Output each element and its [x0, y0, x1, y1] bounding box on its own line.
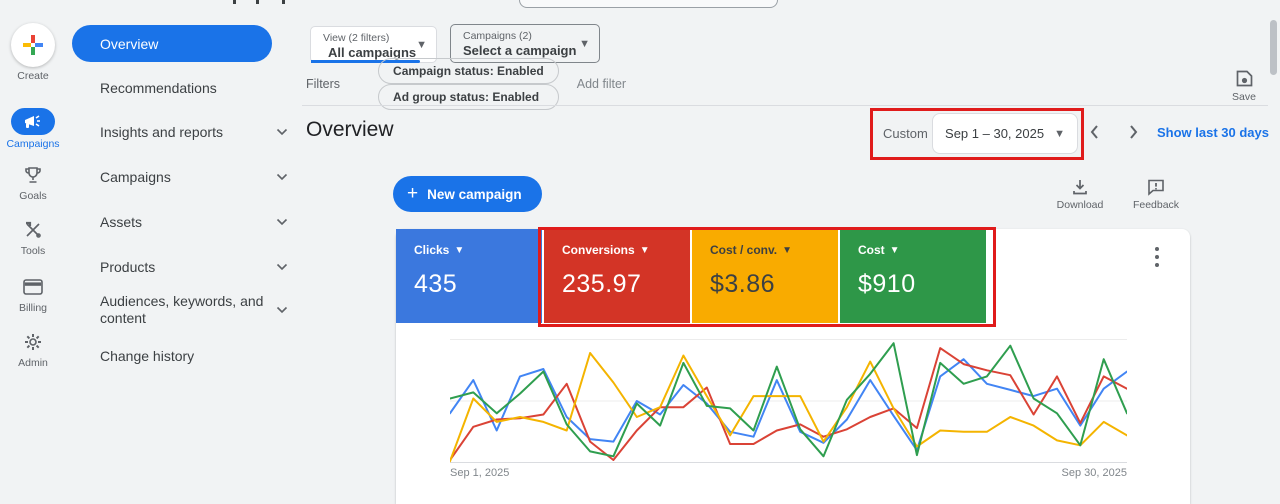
- x-axis-tick-start: Sep 1, 2025: [450, 467, 509, 479]
- trophy-icon: [23, 165, 43, 185]
- page-title: Overview: [306, 118, 394, 142]
- rail-label-campaigns: Campaigns: [0, 138, 66, 150]
- sidenav-item-label: Insights and reports: [100, 124, 272, 141]
- scorecard-conversions[interactable]: Conversions▼ 235.97: [544, 229, 690, 323]
- sidenav-item-label: Campaigns: [100, 169, 272, 186]
- sidenav-item-audiences-keywords-and-content[interactable]: Audiences, keywords, and content: [100, 288, 288, 332]
- scorecard-value: 235.97: [562, 270, 690, 299]
- download-label: Download: [1052, 199, 1108, 211]
- sidenav-item-label: Products: [100, 259, 272, 276]
- show-last-30-days-link[interactable]: Show last 30 days: [1157, 125, 1269, 140]
- download-button[interactable]: Download: [1052, 178, 1108, 211]
- divider: [302, 105, 1268, 106]
- filters-bar: Filters Campaign status: EnabledAd group…: [306, 71, 626, 97]
- sidenav-item-campaigns[interactable]: Campaigns: [100, 162, 288, 192]
- sidenav-item-label: Change history: [100, 348, 288, 365]
- caret-down-icon: ▼: [1054, 128, 1065, 140]
- sidenav-item-label: Audiences, keywords, and content: [100, 293, 272, 327]
- create-label: Create: [0, 70, 66, 82]
- filters-label: Filters: [306, 77, 340, 91]
- filter-chips: Campaign status: EnabledAd group status:…: [378, 58, 571, 110]
- sidenav-item-recommendations[interactable]: Recommendations: [100, 73, 288, 103]
- caret-down-icon: ▼: [640, 245, 650, 256]
- scorecard-value: 435: [414, 270, 542, 299]
- chevron-down-icon: [276, 306, 288, 314]
- feedback-label: Feedback: [1128, 199, 1184, 211]
- filter-chip[interactable]: Campaign status: Enabled: [378, 58, 559, 84]
- scorecard-metric-label[interactable]: Clicks▼: [414, 243, 542, 257]
- rail-label-tools: Tools: [0, 245, 66, 257]
- campaign-selector-value: Select a campaign: [463, 43, 576, 58]
- metric-scorecards: Clicks▼435Conversions▼235.97Cost / conv.…: [396, 229, 986, 323]
- scorecard-value: $910: [858, 270, 986, 299]
- scorecard-cost-conv[interactable]: Cost / conv.▼ $3.86: [692, 229, 838, 323]
- side-navigation: Overview Recommendations Insights and repo…: [66, 0, 292, 504]
- scorecard-clicks[interactable]: Clicks▼ 435: [396, 229, 542, 323]
- filter-chip[interactable]: Ad group status: Enabled: [378, 84, 559, 110]
- overview-chart-card: Clicks▼435Conversions▼235.97Cost / conv.…: [396, 229, 1190, 504]
- x-axis-tick-end: Sep 30, 2025: [1047, 467, 1127, 479]
- next-period-button[interactable]: [1122, 121, 1144, 143]
- gear-icon: [23, 332, 43, 352]
- date-range-dropdown[interactable]: Sep 1 – 30, 2025 ▼: [932, 113, 1078, 154]
- save-label: Save: [1216, 91, 1272, 103]
- performance-line-chart[interactable]: [450, 333, 1127, 465]
- chevron-down-icon: [276, 173, 288, 181]
- rail-item-goals[interactable]: Goals: [0, 163, 66, 202]
- card-menu-kebab-icon[interactable]: [1148, 246, 1166, 268]
- sidenav-item-label: Overview: [100, 36, 158, 52]
- caret-down-icon: ▼: [890, 245, 900, 256]
- date-mode-label: Custom: [883, 126, 928, 141]
- sidenav-item-assets[interactable]: Assets: [100, 207, 288, 237]
- sidenav-item-label: Recommendations: [100, 80, 288, 97]
- scorecard-cost[interactable]: Cost▼ $910: [840, 229, 986, 323]
- new-campaign-button[interactable]: + New campaign: [393, 176, 542, 212]
- plus-icon: +: [407, 183, 418, 205]
- save-icon: [1235, 69, 1254, 88]
- feedback-button[interactable]: Feedback: [1128, 178, 1184, 211]
- scorecard-metric-label[interactable]: Conversions▼: [562, 243, 690, 257]
- chevron-down-icon: [276, 263, 288, 271]
- caret-down-icon: ▼: [454, 245, 464, 256]
- rail-item-admin[interactable]: Admin: [0, 330, 66, 369]
- view-selector-caption: View (2 filters): [323, 32, 408, 44]
- caret-down-icon: ▼: [416, 39, 427, 51]
- save-button[interactable]: Save: [1216, 69, 1272, 103]
- sidenav-item-overview[interactable]: Overview: [72, 25, 272, 62]
- rail-label-admin: Admin: [0, 357, 66, 369]
- chevron-down-icon: [276, 128, 288, 136]
- rail-item-tools[interactable]: Tools: [0, 218, 66, 257]
- rail-label-goals: Goals: [0, 190, 66, 202]
- previous-period-button[interactable]: [1084, 121, 1106, 143]
- tools-icon: [23, 220, 43, 240]
- scorecard-value: $3.86: [710, 270, 838, 299]
- sidenav-item-change-history[interactable]: Change history: [100, 341, 288, 371]
- billing-icon: [23, 279, 43, 295]
- chevron-down-icon: [276, 218, 288, 226]
- campaign-selector-caption: Campaigns (2): [463, 30, 571, 42]
- sidenav-item-insights-and-reports[interactable]: Insights and reports: [100, 117, 288, 147]
- sidenav-item-products[interactable]: Products: [100, 252, 288, 282]
- plus-multicolor-icon: [22, 34, 44, 56]
- megaphone-icon: [23, 114, 43, 130]
- feedback-icon: [1147, 178, 1165, 196]
- main-content: View (2 filters) All campaigns ▼ Campaig…: [296, 0, 1280, 504]
- icon-rail: Create Campaigns Goals: [0, 0, 66, 504]
- scorecard-metric-label[interactable]: Cost / conv.▼: [710, 243, 838, 257]
- new-campaign-label: New campaign: [427, 187, 522, 202]
- date-range-value: Sep 1 – 30, 2025: [945, 126, 1044, 141]
- caret-down-icon: ▼: [782, 245, 792, 256]
- rail-label-billing: Billing: [0, 302, 66, 314]
- rail-item-campaigns[interactable]: Campaigns: [0, 108, 66, 150]
- scorecard-metric-label[interactable]: Cost▼: [858, 243, 986, 257]
- sidenav-item-label: Assets: [100, 214, 272, 231]
- caret-down-icon: ▼: [579, 38, 590, 50]
- create-button[interactable]: Create: [0, 23, 66, 82]
- rail-item-billing[interactable]: Billing: [0, 275, 66, 314]
- download-icon: [1071, 178, 1089, 196]
- add-filter-button[interactable]: Add filter: [577, 77, 626, 91]
